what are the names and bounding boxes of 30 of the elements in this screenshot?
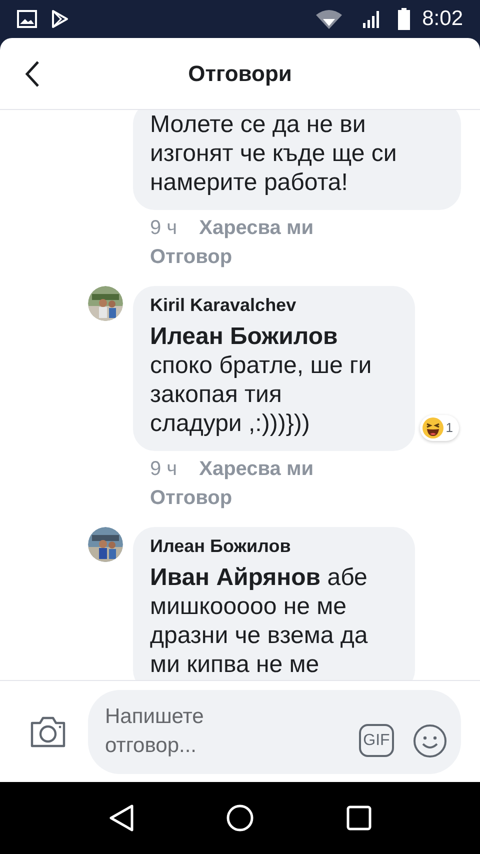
comment-time: 9 ч — [150, 457, 178, 482]
battery-icon — [398, 8, 410, 30]
reaction-count: 1 — [446, 419, 453, 438]
comment-time: 9 ч — [150, 216, 178, 241]
gif-button[interactable]: GIF — [359, 724, 394, 757]
play-store-icon — [50, 9, 70, 29]
emoji-button[interactable] — [413, 724, 447, 758]
comment-text: Иван Айрянов абе мишкооооо не ме дразни че взема да ми кипва не ме — [150, 563, 369, 679]
back-nav-icon[interactable] — [108, 804, 134, 832]
laughing-emoji-icon — [422, 417, 444, 439]
smiley-icon — [413, 724, 447, 758]
camera-icon — [29, 714, 67, 748]
reaction-badge[interactable]: 1 — [420, 415, 459, 441]
comment-text: Илеан Божилов споко братле, ше ги закопая тия сладури ,:)))})) — [150, 322, 373, 438]
back-icon — [24, 60, 40, 88]
like-link[interactable]: Харесва ми — [199, 214, 314, 243]
recents-nav-icon[interactable] — [346, 805, 372, 831]
wifi-icon — [316, 9, 342, 29]
like-link[interactable]: Харесва ми — [199, 455, 314, 484]
page-title: Отговори — [188, 60, 292, 88]
home-nav-icon[interactable] — [226, 804, 254, 832]
reply-link[interactable]: Отговор — [150, 484, 232, 513]
camera-button[interactable] — [29, 714, 67, 748]
comment-text: Молете се да не ви изгонят че къде ще си намерите работа! — [150, 110, 398, 197]
image-icon — [17, 10, 37, 28]
clock-time: 8:02 — [422, 6, 463, 32]
reply-link[interactable]: Отговор — [150, 243, 232, 272]
comment-author[interactable]: Илеан Божилов — [150, 535, 398, 557]
reply-field[interactable]: Напишете отговор... GIF — [88, 690, 461, 774]
comment-author[interactable]: Kiril Karavalchev — [150, 294, 398, 316]
